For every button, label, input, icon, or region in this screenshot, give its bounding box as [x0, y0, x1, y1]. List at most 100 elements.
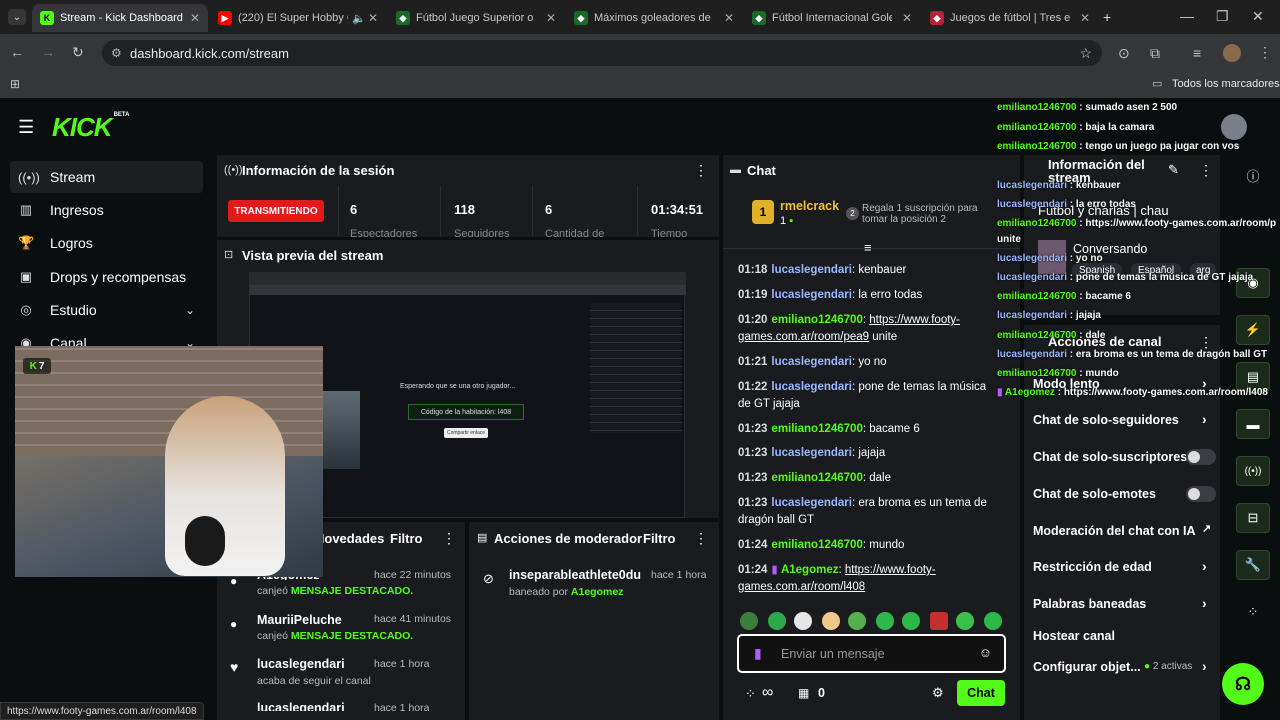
emote-icon[interactable] [848, 612, 866, 630]
tab-footy-2[interactable]: ◆ Máximos goleadores de fú ✕ [566, 4, 742, 32]
sidebar-item-estudio[interactable]: ◎ Estudio ⌄ [10, 294, 203, 326]
browser-menu-icon[interactable]: ⋮ [1258, 44, 1272, 61]
tab-youtube[interactable]: ▶ (220) El Super Hobby C 🔈 ✕ [210, 4, 386, 32]
close-tab-icon[interactable]: ✕ [1080, 11, 1090, 25]
gift-box-icon[interactable]: ▦ [798, 686, 809, 700]
close-tab-icon[interactable]: ✕ [902, 11, 912, 25]
kick-logo[interactable]: KICK BETA [52, 112, 129, 143]
emote-icon[interactable] [902, 612, 920, 630]
tab-footy-4[interactable]: ◆ Juegos de fútbol | Tres en ✕ [922, 4, 1098, 32]
chat-input[interactable]: ▮ Enviar un mensaje ☺ [737, 634, 1006, 673]
message-user[interactable]: emiliano1246700 [771, 423, 862, 435]
more-options-icon[interactable]: ⋮ [694, 530, 708, 547]
external-link-icon[interactable]: ↗ [1202, 522, 1211, 535]
chevron-right-icon[interactable]: › [1202, 595, 1207, 611]
edit-icon[interactable]: ✎ [1168, 162, 1179, 178]
activity-user[interactable]: lucaslegendari [257, 657, 345, 671]
info-icon[interactable]: ⓘ [1236, 160, 1270, 190]
followers-only-label[interactable]: Chat de solo-seguidores [1033, 413, 1179, 427]
mod-filter-button[interactable]: Filtro [643, 531, 676, 546]
extensions-icon[interactable]: ⧉ [1150, 45, 1160, 62]
points-icon[interactable]: ⁘ [745, 686, 756, 702]
tab-footy-1[interactable]: ◆ Fútbol Juego Superior o In ✕ [388, 4, 564, 32]
send-chat-button[interactable]: Chat [957, 680, 1005, 706]
message-user[interactable]: lucaslegendari [771, 289, 852, 301]
user-avatar[interactable] [1221, 114, 1247, 140]
activity-user[interactable]: MauriiPeluche [257, 613, 342, 627]
activity-filter-button[interactable]: Filtro [390, 531, 423, 546]
host-channel-label[interactable]: Hostear canal [1033, 629, 1115, 643]
sidebar-item-stream[interactable]: ((•)) Stream [10, 161, 203, 193]
hamburger-menu-icon[interactable]: ☰ [18, 117, 34, 138]
activity-user[interactable]: lucaslegendari [257, 701, 345, 711]
emote-icon[interactable] [740, 612, 758, 630]
more-options-icon[interactable]: ⋮ [1199, 162, 1213, 179]
chevron-right-icon[interactable]: › [1202, 411, 1207, 427]
mod-action-by[interactable]: A1egomez [571, 586, 624, 598]
close-tab-icon[interactable]: ✕ [190, 11, 200, 25]
close-tab-icon[interactable]: ✕ [546, 11, 556, 25]
wrench-icon[interactable]: 🔧 [1236, 550, 1270, 580]
site-info-icon[interactable]: ⚙ [111, 46, 122, 60]
quick-actions-icon[interactable]: ⚡ [1236, 315, 1270, 345]
all-bookmarks-link[interactable]: Todos los marcadores [1172, 78, 1280, 90]
chat-toggle-icon[interactable]: ▬ [1236, 409, 1270, 439]
close-tab-icon[interactable]: ✕ [368, 11, 378, 25]
emote-icon[interactable] [956, 612, 974, 630]
maximize-icon[interactable]: ❐ [1216, 8, 1229, 25]
emote-icon[interactable] [794, 612, 812, 630]
message-user[interactable]: A1egomez [781, 564, 839, 576]
extension-incognito-icon[interactable]: ⊙ [1118, 45, 1130, 62]
support-button[interactable]: ☊ [1222, 663, 1264, 705]
gift-subscription-prompt[interactable]: Regala 1 suscripción para tomar la posic… [862, 203, 992, 225]
bookmark-star-icon[interactable]: ☆ [1079, 45, 1092, 62]
configure-goals-label[interactable]: Configurar objet... [1033, 660, 1141, 674]
highlight-message-icon[interactable]: ▮ [754, 645, 762, 662]
emote-icon[interactable] [822, 612, 840, 630]
address-bar[interactable]: ⚙ dashboard.kick.com/stream ☆ [102, 40, 1102, 66]
message-user[interactable]: emiliano1246700 [771, 472, 862, 484]
message-user[interactable]: lucaslegendari [771, 497, 852, 509]
community-icon[interactable]: ⁘ [1236, 597, 1270, 627]
emote-icon[interactable] [876, 612, 894, 630]
new-tab-icon[interactable]: + [1103, 9, 1111, 25]
media-control-icon[interactable]: ≡ [1193, 45, 1201, 61]
chat-settings-icon[interactable]: ⚙ [932, 685, 944, 701]
more-options-icon[interactable]: ⋮ [694, 162, 708, 179]
apps-grid-icon[interactable]: ⊞ [10, 77, 20, 91]
subscribers-only-toggle[interactable] [1186, 449, 1216, 465]
chevron-right-icon[interactable]: › [1202, 658, 1207, 674]
forward-icon[interactable]: → [41, 44, 55, 60]
emote-icon[interactable] [930, 612, 948, 630]
message-user[interactable]: emiliano1246700 [771, 539, 862, 551]
reload-icon[interactable]: ↻ [72, 44, 84, 61]
mod-target-user[interactable]: inseparableathlete0du [509, 568, 641, 582]
message-user[interactable]: lucaslegendari [771, 447, 852, 459]
sidebar-item-logros[interactable]: 🏆 Logros [10, 227, 203, 259]
video-toggle-icon[interactable]: ⊟ [1236, 503, 1270, 533]
message-user[interactable]: lucaslegendari [771, 381, 852, 393]
emoji-icon[interactable]: ☺ [979, 645, 992, 660]
profile-avatar[interactable] [1223, 44, 1241, 62]
emote-icon[interactable] [984, 612, 1002, 630]
emote-icon[interactable] [768, 612, 786, 630]
message-user[interactable]: emiliano1246700 [771, 314, 862, 326]
emotes-only-toggle[interactable] [1186, 486, 1216, 502]
age-restriction-label[interactable]: Restricción de edad [1033, 560, 1152, 574]
tab-kick-dashboard[interactable]: K Stream - Kick Dashboard ✕ [32, 4, 208, 32]
speaker-icon[interactable]: 🔈 [352, 12, 366, 25]
message-user[interactable]: lucaslegendari [771, 356, 852, 368]
sidebar-item-drops[interactable]: ▣ Drops y recompensas [10, 261, 203, 293]
chevron-right-icon[interactable]: › [1202, 558, 1207, 574]
close-window-icon[interactable]: ✕ [1252, 8, 1264, 25]
broadcast-toggle-icon[interactable]: ((•)) [1236, 456, 1270, 486]
tab-search-icon[interactable]: ⌄ [8, 9, 26, 25]
more-options-icon[interactable]: ⋮ [442, 530, 456, 547]
tab-footy-3[interactable]: ◆ Fútbol Internacional Goles ✕ [744, 4, 920, 32]
banned-words-label[interactable]: Palabras baneadas [1033, 597, 1146, 611]
leaderboard-user[interactable]: rmelcrack [780, 199, 839, 213]
close-tab-icon[interactable]: ✕ [724, 11, 734, 25]
ai-moderation-label[interactable]: Moderación del chat con IA [1033, 524, 1196, 538]
minimize-icon[interactable]: — [1180, 8, 1194, 24]
sidebar-item-ingresos[interactable]: ▥ Ingresos [10, 194, 203, 226]
